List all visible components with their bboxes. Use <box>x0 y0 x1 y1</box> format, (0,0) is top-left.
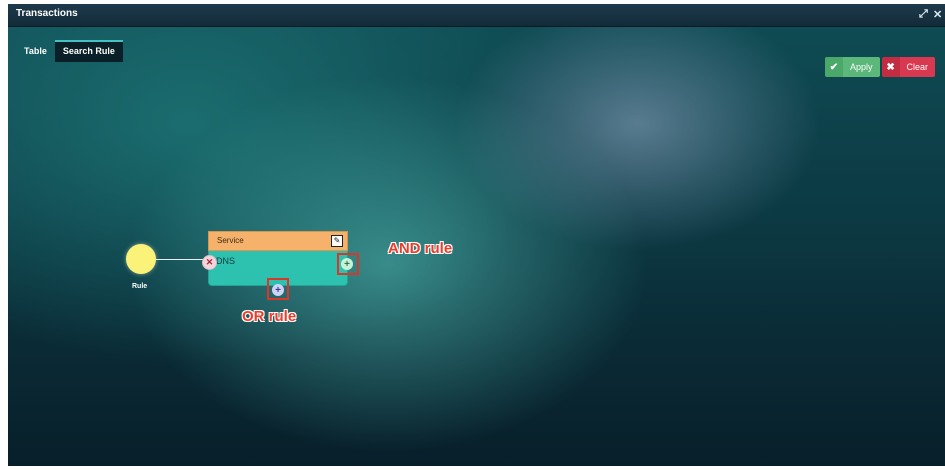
window-title: Transactions <box>16 8 78 19</box>
condition-field-label: Service <box>217 236 244 245</box>
transactions-window: Transactions ⤢ ✕ Table Search Rule ✔ App… <box>8 4 945 466</box>
tab-search-rule[interactable]: Search Rule <box>54 40 123 62</box>
remove-condition-icon[interactable]: ✕ <box>202 255 217 270</box>
rule-connector-line <box>156 259 208 260</box>
and-rule-annotation: AND rule <box>388 240 453 257</box>
action-buttons: ✔ Apply ✖ Clear <box>825 57 936 77</box>
clear-label: Clear <box>899 57 936 77</box>
apply-label: Apply <box>843 57 880 77</box>
condition-value: DNS <box>216 256 236 266</box>
edit-icon[interactable]: ✎ <box>331 235 343 247</box>
title-bar: Transactions ⤢ ✕ <box>8 4 945 27</box>
rule-root-node[interactable] <box>126 244 156 274</box>
check-icon: ✔ <box>825 57 843 77</box>
rule-root-label: Rule <box>132 283 148 290</box>
apply-button[interactable]: ✔ Apply <box>825 57 880 77</box>
or-rule-annotation: OR rule <box>242 308 297 325</box>
x-icon: ✖ <box>881 57 900 77</box>
clear-button[interactable]: ✖ Clear <box>881 57 936 77</box>
tab-table[interactable]: Table <box>16 40 55 62</box>
maximize-icon[interactable]: ⤢ <box>919 8 928 21</box>
or-rule-highlight <box>267 278 289 300</box>
close-icon[interactable]: ✕ <box>933 8 942 21</box>
tab-bar: Table Search Rule <box>16 40 123 62</box>
condition-header: Service ✎ <box>208 231 348 251</box>
and-rule-highlight <box>337 253 359 275</box>
